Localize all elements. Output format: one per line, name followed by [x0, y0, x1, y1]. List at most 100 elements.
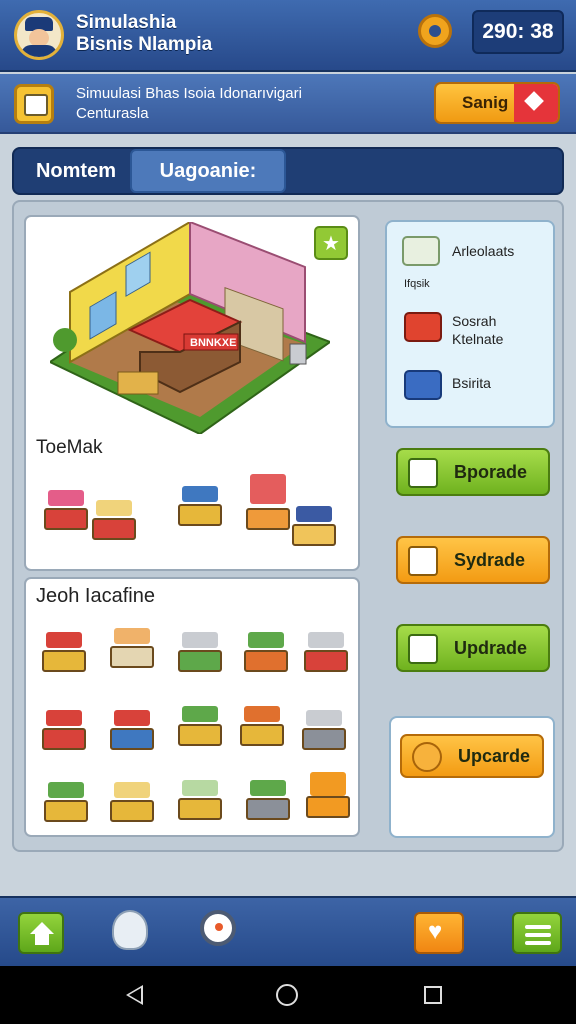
store-sign-text: BNNKXE — [190, 337, 236, 349]
item-top — [250, 474, 286, 504]
catalog-item[interactable] — [110, 782, 154, 822]
stat-2-label: Sosrah — [452, 313, 497, 329]
shop-item-cart[interactable] — [92, 500, 136, 540]
item-top — [114, 710, 150, 726]
catalog-item[interactable] — [306, 772, 350, 818]
catalog-item[interactable] — [178, 706, 222, 746]
item-base — [110, 800, 154, 822]
item-top — [182, 486, 218, 502]
item-base — [178, 650, 222, 672]
store-illustration[interactable]: BNNKXE — [50, 222, 330, 434]
trash-bin — [289, 343, 307, 365]
catalog-item[interactable] — [178, 780, 222, 820]
upgrade-button-1[interactable]: Bporade — [396, 448, 550, 496]
leaf-icon — [404, 312, 442, 342]
item-top — [182, 780, 218, 796]
banner-text: Simuulasi Bhas Isoia Idonarıvigari Centu… — [76, 84, 302, 124]
avatar-body — [21, 45, 57, 57]
building-icon — [404, 370, 442, 400]
item-top — [296, 506, 332, 522]
alarm-clock-icon[interactable] — [200, 910, 236, 946]
banner-text-line2: Centurasla — [76, 105, 149, 122]
register-icon — [14, 84, 54, 124]
document-icon — [408, 458, 438, 488]
save-button[interactable]: Sanig — [434, 82, 560, 124]
tool-icon — [408, 546, 438, 576]
menu-bar — [525, 933, 551, 937]
top-header: Simulashia Bisnis Nlampia 290: 38 — [0, 0, 576, 72]
game-screen: Simulashia Bisnis Nlampia 290: 38 Simuul… — [0, 0, 576, 1024]
catalog-item[interactable] — [240, 706, 284, 746]
item-base — [42, 728, 86, 750]
item-top — [182, 632, 218, 648]
shop-item-shelf[interactable] — [246, 474, 294, 530]
item-base — [302, 728, 346, 750]
catalog-item[interactable] — [244, 632, 288, 672]
item-top — [308, 632, 344, 648]
item-base — [44, 800, 88, 822]
menu-icon[interactable] — [512, 912, 562, 954]
recents-icon[interactable] — [424, 986, 442, 1004]
item-base — [42, 650, 86, 672]
bottom-nav — [0, 896, 576, 966]
item-top — [310, 772, 346, 796]
item-base — [178, 798, 222, 820]
upgrade-button-2-label: Sydrade — [454, 549, 526, 570]
game-title-line1: Simulashia — [76, 12, 177, 33]
catalog-item[interactable] — [42, 632, 86, 672]
item-top — [96, 500, 132, 516]
coin-icon — [412, 742, 442, 772]
game-title-line2: Bisnis Nlampia — [76, 34, 213, 55]
item-top — [244, 706, 280, 722]
list-icon — [408, 634, 438, 664]
player-avatar-icon[interactable] — [14, 10, 64, 60]
home-icon[interactable] — [18, 912, 64, 954]
item-base — [178, 504, 222, 526]
tab-nomtem[interactable]: Nomtem — [20, 149, 132, 193]
item-top — [46, 632, 82, 648]
game-title: Simulashia Bisnis Nlampia — [76, 12, 212, 56]
produce-crate — [117, 371, 159, 395]
back-icon[interactable] — [126, 985, 143, 1005]
game-timer: 290: 38 — [472, 10, 564, 54]
stat-1-sub: Ifqsik — [404, 278, 430, 290]
shop-item-checkout[interactable] — [292, 506, 336, 546]
upgrade-button-1-label: Bporade — [454, 461, 528, 482]
item-base — [44, 508, 88, 530]
settings-gear-icon[interactable] — [418, 14, 452, 48]
catalog-label: Jeoh Iacafine — [36, 585, 155, 607]
home-circle-icon[interactable] — [276, 984, 298, 1006]
catalog-item[interactable] — [42, 710, 86, 750]
upgrade-button-4-label: Upcarde — [458, 745, 531, 766]
item-base — [110, 646, 154, 668]
tab-upgrade[interactable]: Uagoanie: — [130, 149, 286, 193]
catalog-item[interactable] — [178, 632, 222, 672]
item-base — [110, 728, 154, 750]
stat-2-sub: Ktelnate — [452, 331, 504, 347]
chat-bubble-icon[interactable] — [112, 910, 148, 950]
eco-icon — [402, 236, 440, 266]
upgrade-button-3[interactable]: Updrade — [396, 624, 550, 672]
item-base — [244, 650, 288, 672]
upgrade-button-3-label: Updrade — [454, 637, 528, 658]
catalog-item[interactable] — [302, 710, 346, 750]
upgrade-button-2[interactable]: Sydrade — [396, 536, 550, 584]
stat-3-label: Bsirita — [452, 375, 491, 391]
item-base — [246, 798, 290, 820]
shop-item-kiosk[interactable] — [178, 486, 222, 526]
catalog-item[interactable] — [246, 780, 290, 820]
catalog-item[interactable] — [110, 628, 154, 668]
heart-icon[interactable] — [414, 912, 464, 954]
item-base — [92, 518, 136, 540]
upgrade-button-4[interactable]: Upcarde — [400, 734, 544, 778]
stat-1-label: Arleolaats — [452, 243, 515, 259]
item-top — [250, 780, 286, 796]
item-top — [46, 710, 82, 726]
item-top — [114, 628, 150, 644]
shop-item-cashier[interactable] — [44, 490, 88, 530]
catalog-item[interactable] — [110, 710, 154, 750]
shop-label: ToeMak — [36, 437, 103, 458]
item-base — [178, 724, 222, 746]
catalog-item[interactable] — [44, 782, 88, 822]
catalog-item[interactable] — [304, 632, 348, 672]
